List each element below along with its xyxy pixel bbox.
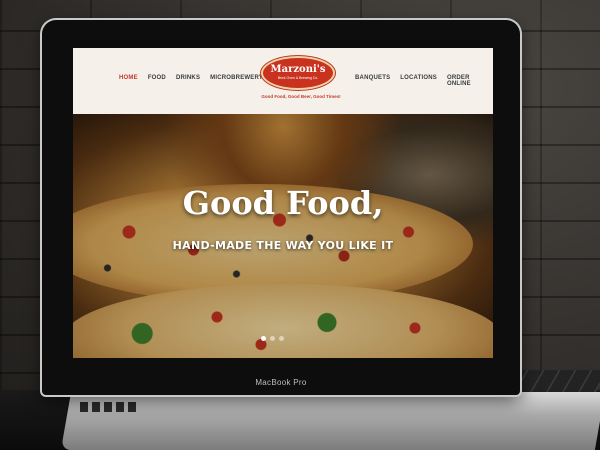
logo-subtitle: Brick Oven & Brewing Co. [277, 76, 319, 80]
nav-item-order-online[interactable]: ORDER ONLINE [447, 75, 493, 87]
hero-subtitle: HAND-MADE THE WAY YOU LIKE IT [172, 239, 394, 252]
site-tagline: Good Food, Good Beer, Good Times! [261, 94, 341, 99]
laptop-ports [80, 402, 140, 412]
nav-item-drinks[interactable]: DRINKS [176, 75, 200, 81]
nav-item-banquets[interactable]: BANQUETS [355, 75, 390, 87]
slider-dot-2[interactable] [270, 336, 275, 341]
nav-item-microbrewery[interactable]: MICROBREWERY [210, 75, 263, 81]
site-logo[interactable]: Marzoni's Brick Oven & Brewing Co. [261, 56, 335, 90]
slider-dots [261, 336, 284, 341]
nav-item-locations[interactable]: LOCATIONS [400, 75, 437, 87]
hero-overlay [73, 114, 493, 358]
site-header: HOME FOOD DRINKS MICROBREWERY Marzoni's … [73, 48, 493, 114]
slider-dot-1[interactable] [261, 336, 266, 341]
laptop-base [60, 392, 600, 450]
laptop-brand-label: MacBook Pro [255, 378, 307, 387]
laptop-screen: HOME FOOD DRINKS MICROBREWERY Marzoni's … [73, 48, 493, 358]
nav-item-home[interactable]: HOME [119, 75, 138, 81]
hero-title: Good Food, [182, 184, 384, 222]
nav-item-food[interactable]: FOOD [148, 75, 166, 81]
hero-banner: Good Food, HAND-MADE THE WAY YOU LIKE IT [73, 114, 493, 358]
slider-dot-3[interactable] [279, 336, 284, 341]
nav-left: HOME FOOD DRINKS MICROBREWERY [119, 75, 263, 81]
nav-right: BANQUETS LOCATIONS ORDER ONLINE [355, 75, 493, 87]
logo-name: Marzoni's [270, 64, 326, 75]
